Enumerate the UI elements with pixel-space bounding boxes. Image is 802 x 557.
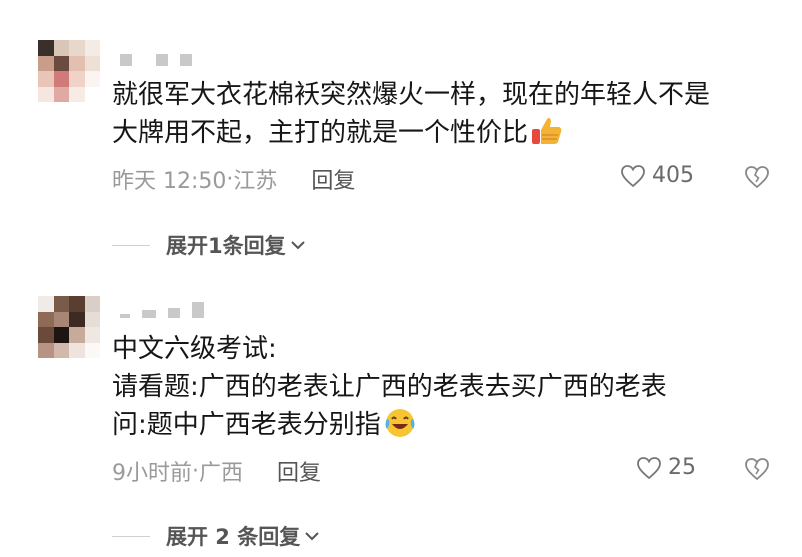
- comment-meta: 9小时前 · 广西 回复: [112, 455, 321, 487]
- username-blurred[interactable]: [120, 54, 192, 66]
- comment-location: 江苏: [233, 169, 278, 194]
- heart-outline-icon: [637, 456, 661, 479]
- expand-label: 展开1条回复: [166, 234, 286, 258]
- comment-meta: 昨天 12:50 · 江苏 回复: [112, 163, 355, 195]
- comment-text-line: 问:题中广西老表分别指: [112, 406, 772, 450]
- comment-text-span: 问:题中广西老表分别指: [112, 410, 381, 440]
- avatar[interactable]: [38, 296, 100, 358]
- comment-text-line: 大牌用不起，主打的就是一个性价比: [112, 114, 772, 158]
- comment-text-line: 请看题:广西的老表让广西的老表去买广西的老表: [112, 372, 667, 402]
- like-button[interactable]: 25: [636, 455, 696, 480]
- divider-line: [112, 535, 150, 537]
- chevron-down-icon: [290, 235, 306, 256]
- comment-text-line: 就很军大衣花棉袄突然爆火一样，现在的年轻人不是: [112, 80, 711, 110]
- reply-button[interactable]: 回复: [277, 455, 321, 487]
- avatar[interactable]: [38, 40, 100, 102]
- comment-location: 广西: [199, 461, 244, 486]
- like-button[interactable]: 405: [620, 163, 694, 188]
- comment-text: 中文六级考试: 请看题:广西的老表让广西的老表去买广西的老表 问:题中广西老表分…: [112, 330, 772, 450]
- broken-heart-icon: [745, 458, 769, 481]
- meta-separator: ·: [226, 166, 234, 192]
- username-blurred[interactable]: [120, 302, 204, 318]
- dislike-button[interactable]: [744, 165, 770, 193]
- comment-time: 昨天 12:50: [112, 169, 227, 194]
- divider-line: [112, 244, 150, 246]
- expand-label: 展开 2 条回复: [166, 525, 301, 549]
- heart-outline-icon: [621, 164, 645, 187]
- chevron-down-icon: [304, 526, 320, 547]
- like-count: 25: [668, 455, 696, 480]
- comment-text: 就很军大衣花棉袄突然爆火一样，现在的年轻人不是 大牌用不起，主打的就是一个性价比: [112, 76, 772, 158]
- broken-heart-icon: [745, 166, 769, 189]
- meta-separator: ·: [192, 458, 199, 484]
- comment-time: 9小时前: [112, 461, 192, 486]
- like-count: 405: [652, 163, 694, 188]
- crying-laughing-face-icon: [383, 407, 417, 450]
- thumbs-up-icon: [530, 115, 564, 158]
- comment-text-span: 大牌用不起，主打的就是一个性价比: [112, 118, 529, 148]
- reply-button[interactable]: 回复: [311, 163, 355, 195]
- expand-replies-button[interactable]: 展开1条回复: [112, 230, 306, 260]
- expand-replies-button[interactable]: 展开 2 条回复: [112, 521, 320, 551]
- dislike-button[interactable]: [744, 457, 770, 485]
- comment-text-line: 中文六级考试:: [112, 334, 277, 364]
